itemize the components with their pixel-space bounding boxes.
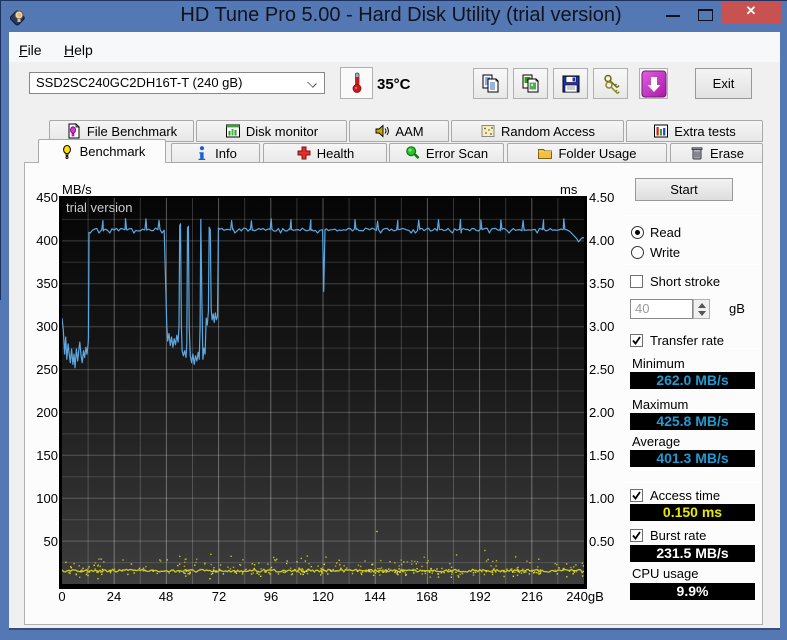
- svg-text:trial version: trial version: [66, 200, 132, 215]
